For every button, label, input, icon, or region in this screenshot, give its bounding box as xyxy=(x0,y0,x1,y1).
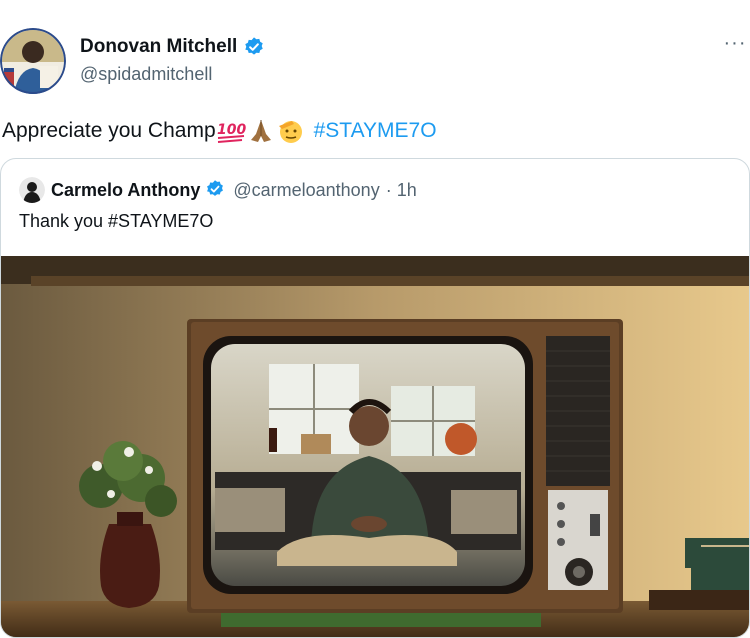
quoted-author-avatar[interactable] xyxy=(19,177,45,203)
hashtag-link[interactable]: #STAYME7O xyxy=(314,119,437,143)
tweet-text-body: Appreciate you Champ xyxy=(2,119,216,142)
author-handle[interactable]: @spidadmitchell xyxy=(80,64,265,85)
quoted-tweet-card[interactable]: Carmelo Anthony @carmeloanthony · 1h Tha… xyxy=(0,158,750,638)
verified-badge-icon xyxy=(205,179,227,201)
quoted-post-time[interactable]: · 1h xyxy=(386,180,417,201)
quoted-tweet-header: Carmelo Anthony @carmeloanthony · 1h xyxy=(19,177,417,203)
saluting-face-emoji-icon xyxy=(276,118,306,144)
author-avatar[interactable] xyxy=(0,28,66,94)
quoted-tweet-text: Thank you #STAYME7O xyxy=(19,211,214,231)
tweet-text: Appreciate you Champ 100 #STAYME7O xyxy=(2,118,437,144)
tweet: Donovan Mitchell @spidadmitchell ··· App… xyxy=(0,0,750,638)
quoted-tweet-video[interactable] xyxy=(1,256,749,637)
author-block: Donovan Mitchell @spidadmitchell xyxy=(80,36,265,85)
author-name[interactable]: Donovan Mitchell xyxy=(80,36,237,58)
more-options-icon[interactable]: ··· xyxy=(720,33,750,58)
quoted-author-handle[interactable]: @carmeloanthony xyxy=(233,180,379,201)
quoted-author-name[interactable]: Carmelo Anthony xyxy=(51,180,200,201)
folded-hands-emoji-icon xyxy=(246,118,276,144)
hundred-points-emoji-icon: 100 xyxy=(216,118,246,144)
verified-badge-icon xyxy=(243,36,265,58)
